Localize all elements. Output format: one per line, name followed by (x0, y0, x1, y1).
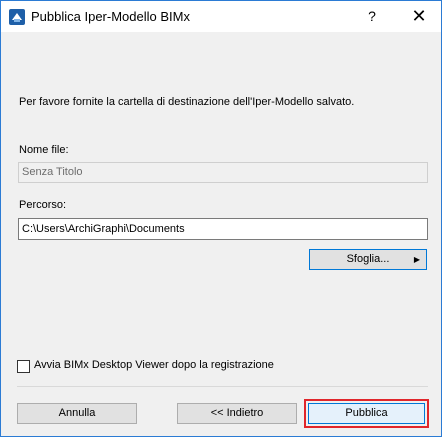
arrow-right-icon: ▶ (413, 255, 420, 264)
close-button[interactable]: ✕ (397, 1, 441, 32)
launch-viewer-checkbox[interactable] (17, 360, 30, 373)
browse-button-label: Sfoglia... (346, 253, 390, 265)
path-input[interactable] (18, 218, 428, 240)
instruction-text: Per favore fornite la cartella di destin… (19, 96, 355, 108)
publish-button[interactable]: Pubblica (308, 403, 425, 424)
bimx-app-icon (9, 9, 25, 25)
close-icon: ✕ (411, 6, 427, 26)
dialog-window: Pubblica Iper-Modello BIMx ? ✕ Per favor… (0, 0, 442, 437)
back-button[interactable]: << Indietro (177, 403, 297, 424)
title-bar[interactable]: Pubblica Iper-Modello BIMx ? ✕ (1, 1, 441, 32)
dialog-body: Per favore fornite la cartella di destin… (1, 32, 441, 436)
help-button[interactable]: ? (357, 1, 387, 32)
filename-field: Senza Titolo (18, 162, 428, 183)
filename-label: Nome file: (19, 144, 69, 156)
window-title: Pubblica Iper-Modello BIMx (31, 9, 190, 24)
footer-divider (17, 386, 428, 387)
cancel-button[interactable]: Annulla (17, 403, 137, 424)
browse-button[interactable]: Sfoglia... ▶ (309, 249, 427, 270)
path-label: Percorso: (19, 199, 67, 211)
launch-viewer-label: Avvia BIMx Desktop Viewer dopo la regist… (34, 359, 274, 371)
